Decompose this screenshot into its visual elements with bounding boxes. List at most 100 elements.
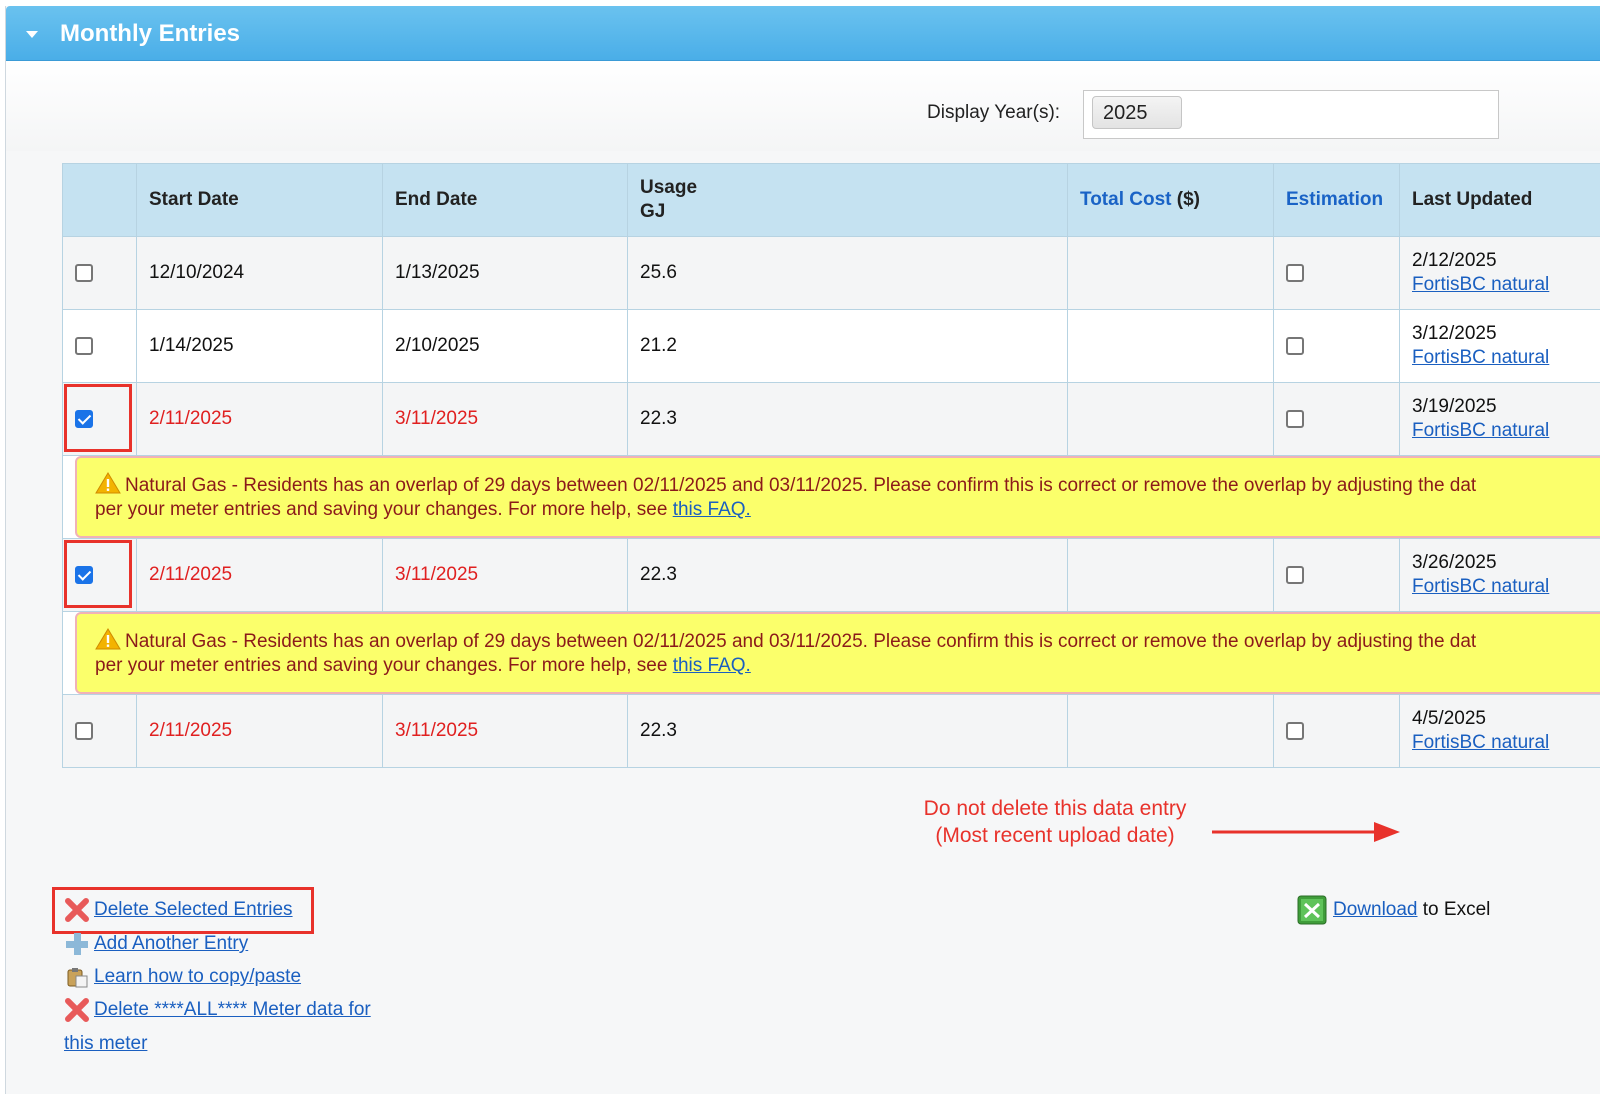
estimation-cell — [1273, 382, 1400, 456]
last-updated-header: Last Updated — [1399, 163, 1600, 237]
usage-header-label: Usage — [640, 177, 698, 198]
learn-copy-link[interactable]: Learn how to copy/paste — [94, 966, 301, 987]
overlap-warning: Natural Gas - Residents has an overlap o… — [75, 612, 1600, 694]
annotation-line2: (Most recent upload date) — [935, 824, 1175, 847]
estimation-cell — [1273, 236, 1400, 310]
row-select-checkbox[interactable] — [75, 336, 93, 355]
estimation-checkbox[interactable] — [1286, 409, 1304, 428]
estimation-checkbox[interactable] — [1286, 263, 1304, 282]
faq-link[interactable]: this FAQ. — [673, 655, 751, 676]
download-link[interactable]: Download — [1333, 899, 1418, 920]
estimation-checkbox[interactable] — [1286, 721, 1304, 740]
delete-selected-action[interactable]: Delete Selected Entries — [64, 897, 293, 923]
total-cost-header: Total Cost ($) — [1067, 163, 1274, 237]
total-cost-unit: ($) — [1171, 189, 1200, 210]
start-date-cell[interactable]: 1/14/2025 — [136, 309, 383, 383]
updated-date: 4/5/2025 — [1412, 708, 1486, 729]
add-entry-action[interactable]: Add Another Entry — [64, 931, 248, 957]
estimation-checkbox[interactable] — [1286, 565, 1304, 584]
warning-text-line1: Natural Gas - Residents has an overlap o… — [125, 475, 1477, 496]
delete-selected-link[interactable]: Delete Selected Entries — [94, 899, 293, 920]
delete-x-icon — [65, 898, 89, 922]
end-date-cell[interactable]: 2/10/2025 — [382, 309, 628, 383]
end-date-cell[interactable]: 1/13/2025 — [382, 236, 628, 310]
updated-date: 3/12/2025 — [1412, 323, 1497, 344]
total-cost-cell[interactable] — [1067, 382, 1274, 456]
total-cost-cell[interactable] — [1067, 309, 1274, 383]
start-date-cell[interactable]: 2/11/2025 — [136, 382, 383, 456]
updated-source-link[interactable]: FortisBC natural — [1412, 274, 1549, 295]
row-select-cell — [62, 309, 137, 383]
warning-text-line2: per your meter entries and saving your c… — [95, 499, 673, 520]
selected-year-chip[interactable]: 2025 — [1092, 96, 1182, 129]
usage-cell[interactable]: 22.3 — [627, 694, 1068, 768]
warning-icon — [95, 628, 121, 650]
row-select-checkbox[interactable] — [75, 721, 93, 740]
end-date-cell[interactable]: 3/11/2025 — [382, 382, 628, 456]
delete-all-action[interactable]: Delete ****ALL**** Meter data for — [64, 997, 371, 1023]
updated-source-link[interactable]: FortisBC natural — [1412, 347, 1549, 368]
faq-link[interactable]: this FAQ. — [673, 499, 751, 520]
row-select-cell — [62, 382, 137, 456]
learn-copy-action[interactable]: Learn how to copy/paste — [64, 964, 301, 990]
annotation-arrow-icon — [1212, 822, 1400, 842]
table-row: 1/14/2025 2/10/2025 21.2 3/12/2025 Forti… — [62, 309, 1600, 383]
overlap-warning-cell: Natural Gas - Residents has an overlap o… — [62, 611, 1600, 695]
clipboard-icon — [67, 968, 88, 988]
updated-date: 2/12/2025 — [1412, 250, 1497, 271]
warning-icon — [95, 472, 121, 494]
delete-all-link-cont[interactable]: this meter — [64, 1033, 147, 1054]
add-entry-link[interactable]: Add Another Entry — [94, 933, 248, 954]
estimation-checkbox[interactable] — [1286, 336, 1304, 355]
table-row: 12/10/2024 1/13/2025 25.6 2/12/2025 Fort… — [62, 236, 1600, 310]
display-year-select[interactable]: 2025 — [1083, 90, 1499, 139]
download-excel: Download to Excel — [1297, 895, 1490, 925]
panel-header[interactable]: Monthly Entries — [6, 6, 1600, 61]
end-date-cell[interactable]: 3/11/2025 — [382, 694, 628, 768]
start-date-cell[interactable]: 2/11/2025 — [136, 694, 383, 768]
warning-text-line2: per your meter entries and saving your c… — [95, 655, 673, 676]
total-cost-cell[interactable] — [1067, 236, 1274, 310]
updated-date: 3/19/2025 — [1412, 396, 1497, 417]
estimation-cell — [1273, 538, 1400, 612]
start-date-cell[interactable]: 2/11/2025 — [136, 538, 383, 612]
panel-title: Monthly Entries — [60, 20, 241, 47]
usage-cell[interactable]: 25.6 — [627, 236, 1068, 310]
usage-cell[interactable]: 22.3 — [627, 382, 1068, 456]
usage-cell[interactable]: 21.2 — [627, 309, 1068, 383]
delete-all-action-cont[interactable]: this meter — [64, 1033, 147, 1055]
annotation-line1: Do not delete this data entry — [923, 797, 1187, 820]
row-select-cell — [62, 236, 137, 310]
select-column-header — [62, 163, 137, 237]
last-updated-cell: 4/5/2025 FortisBC natural — [1399, 694, 1600, 768]
table-row: 2/11/2025 3/11/2025 22.3 4/5/2025 Fortis… — [62, 694, 1600, 768]
end-date-cell[interactable]: 3/11/2025 — [382, 538, 628, 612]
excel-icon[interactable] — [1297, 895, 1327, 925]
total-cost-cell[interactable] — [1067, 694, 1274, 768]
row-select-cell — [62, 538, 137, 612]
start-date-cell[interactable]: 12/10/2024 — [136, 236, 383, 310]
row-select-checkbox[interactable] — [75, 565, 93, 584]
delete-all-link[interactable]: Delete ****ALL**** Meter data for — [94, 999, 371, 1020]
usage-cell[interactable]: 22.3 — [627, 538, 1068, 612]
updated-source-link[interactable]: FortisBC natural — [1412, 576, 1549, 597]
total-cost-sort-link[interactable]: Total Cost — [1080, 189, 1171, 210]
estimation-cell — [1273, 309, 1400, 383]
download-suffix: to Excel — [1417, 899, 1491, 921]
row-select-checkbox[interactable] — [75, 409, 93, 428]
last-updated-cell: 3/26/2025 FortisBC natural — [1399, 538, 1600, 612]
updated-date: 3/26/2025 — [1412, 552, 1497, 573]
total-cost-cell[interactable] — [1067, 538, 1274, 612]
row-select-checkbox[interactable] — [75, 263, 93, 282]
display-year-label: Display Year(s): — [927, 102, 1061, 123]
overlap-warning-cell: Natural Gas - Residents has an overlap o… — [62, 455, 1600, 539]
add-plus-icon — [66, 933, 88, 955]
estimation-header[interactable]: Estimation — [1273, 163, 1400, 237]
usage-header: Usage GJ — [627, 163, 1068, 237]
monthly-entries-table: Start Date End Date Usage GJ Total Cost … — [62, 163, 1600, 768]
updated-source-link[interactable]: FortisBC natural — [1412, 732, 1549, 753]
start-date-header: Start Date — [136, 163, 383, 237]
overlap-warning-row: Natural Gas - Residents has an overlap o… — [62, 611, 1600, 695]
updated-source-link[interactable]: FortisBC natural — [1412, 420, 1549, 441]
collapse-caret-icon[interactable] — [26, 31, 38, 38]
